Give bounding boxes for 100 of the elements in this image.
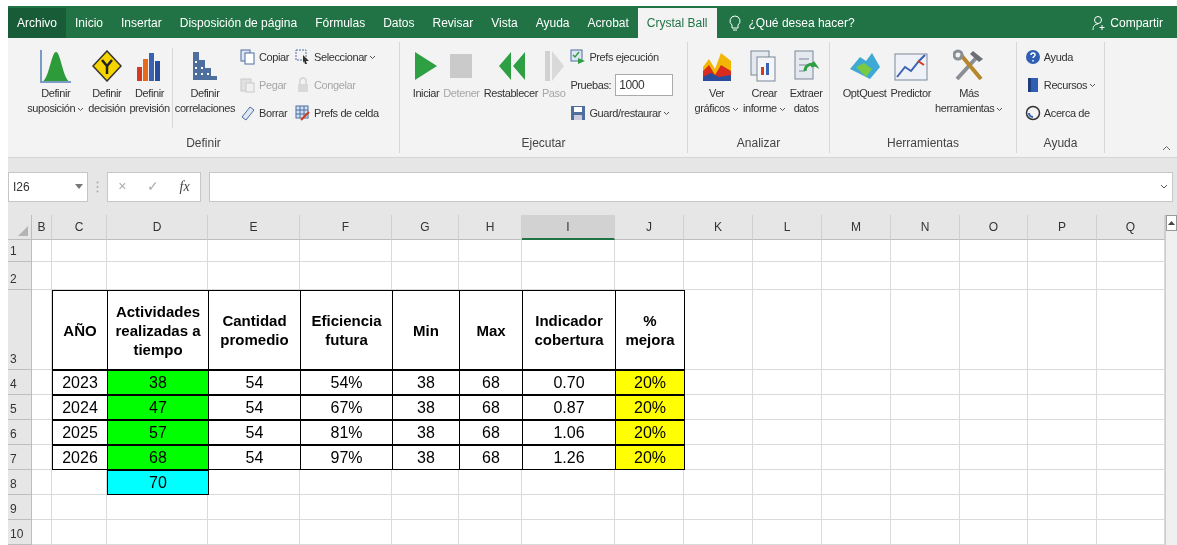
- row-header[interactable]: 2: [8, 262, 32, 290]
- ribbon-tab[interactable]: Revisar: [423, 8, 483, 38]
- bell-curve-icon: [38, 48, 73, 84]
- empty-cell: [32, 420, 52, 445]
- empty-cell: [684, 470, 753, 495]
- ribbon-tab[interactable]: Vista: [482, 8, 527, 38]
- group-label: Ejecutar: [520, 135, 567, 152]
- empty-cell: [822, 240, 891, 262]
- ribbon-button[interactable]: Extraer datos: [787, 42, 825, 134]
- column-header[interactable]: Q: [1097, 215, 1165, 240]
- empty-cell: [753, 395, 822, 420]
- row-header[interactable]: 9: [8, 495, 32, 520]
- empty-cell: [392, 520, 459, 545]
- column-header[interactable]: M: [822, 215, 891, 240]
- ribbon-tab[interactable]: Acrobat: [578, 8, 638, 38]
- empty-cell: [32, 262, 52, 290]
- empty-cell: [960, 420, 1028, 445]
- caret-icon: [731, 106, 739, 112]
- ribbon-button[interactable]: Ver gráficos: [692, 42, 741, 134]
- header-cell: % mejora: [615, 290, 685, 370]
- row-header[interactable]: 5: [8, 395, 32, 420]
- ribbon-button[interactable]: Prefs de celda: [295, 102, 379, 124]
- column-header[interactable]: I: [522, 215, 615, 240]
- empty-cell: [960, 395, 1028, 420]
- table-cell: 38: [392, 420, 460, 445]
- ribbon-button[interactable]: Guard/restaurar: [570, 102, 674, 124]
- empty-cell: [392, 262, 459, 290]
- scroll-up-button[interactable]: [1166, 215, 1177, 231]
- paste-icon: [240, 77, 257, 93]
- empty-cell: [753, 262, 822, 290]
- empty-cell: [960, 445, 1028, 470]
- column-header[interactable]: K: [684, 215, 753, 240]
- row-header[interactable]: 10: [8, 520, 32, 545]
- ribbon-button[interactable]: Acerca de: [1024, 102, 1097, 124]
- ribbon-button[interactable]: Definir decisión: [86, 42, 128, 134]
- ribbon-button[interactable]: Restablecer: [481, 42, 540, 134]
- ribbon-tab[interactable]: Datos: [374, 8, 424, 38]
- column-header[interactable]: H: [459, 215, 522, 240]
- header-cell: AÑO: [52, 290, 108, 370]
- select-all-corner[interactable]: [8, 215, 32, 240]
- table-cell: 54%: [300, 370, 393, 395]
- column-header[interactable]: F: [300, 215, 392, 240]
- column-header[interactable]: C: [52, 215, 107, 240]
- header-cell: Indicador cobertura: [522, 290, 616, 370]
- insert-function-icon[interactable]: fx: [179, 176, 190, 197]
- ribbon-tab[interactable]: Insertar: [112, 8, 171, 38]
- column-header[interactable]: E: [208, 215, 300, 240]
- tell-me-search[interactable]: ¿Qué desea hacer?: [748, 14, 855, 32]
- ribbon-button[interactable]: OptQuest: [840, 42, 889, 134]
- row-header[interactable]: 8: [8, 470, 32, 495]
- name-box[interactable]: I26: [8, 171, 88, 202]
- column-header[interactable]: O: [960, 215, 1028, 240]
- ribbon-button[interactable]: Crear informe: [740, 42, 788, 134]
- table-cell: 47: [107, 395, 209, 420]
- ribbon-button[interactable]: Más herramientas: [932, 42, 1006, 134]
- play-icon: [413, 50, 439, 82]
- ribbon-button[interactable]: Recursos: [1024, 74, 1097, 96]
- formula-field[interactable]: [209, 171, 1173, 202]
- ribbon-button[interactable]: Definir previsión: [127, 42, 172, 134]
- ribbon-button[interactable]: Ayuda: [1024, 46, 1097, 68]
- table-cell: 67%: [300, 395, 393, 420]
- table-cell: 54: [208, 420, 301, 445]
- trials-label: Pruebas:: [570, 77, 612, 93]
- ribbon-tab[interactable]: Inicio: [66, 8, 113, 38]
- ribbon-button[interactable]: Definir suposición: [25, 42, 87, 134]
- ribbon-tab[interactable]: Fórmulas: [306, 8, 375, 38]
- surface-icon: [847, 51, 882, 81]
- trials-field[interactable]: 1000: [615, 74, 674, 96]
- column-header[interactable]: J: [615, 215, 684, 240]
- ribbon-button[interactable]: Iniciar: [410, 42, 442, 134]
- table-cell: 20%: [615, 370, 685, 395]
- ribbon-tab[interactable]: Disposición de página: [170, 8, 307, 38]
- ribbon-tab[interactable]: Ayuda: [526, 8, 579, 38]
- column-header[interactable]: G: [392, 215, 459, 240]
- column-header[interactable]: N: [891, 215, 960, 240]
- ribbon-button[interactable]: Copiar: [240, 46, 290, 68]
- row-header[interactable]: 1: [8, 240, 32, 262]
- eraser-icon: [240, 105, 257, 121]
- share-button[interactable]: Compartir: [1110, 14, 1163, 32]
- column-header[interactable]: L: [753, 215, 822, 240]
- row-header[interactable]: 7: [8, 445, 32, 470]
- ribbon-button[interactable]: Prefs ejecución: [570, 46, 674, 68]
- ribbon-tab[interactable]: Crystal Ball: [637, 8, 717, 38]
- header-cell: Eficiencia futura: [300, 290, 393, 370]
- group-label: Herramientas: [886, 135, 960, 152]
- column-header[interactable]: B: [32, 215, 52, 240]
- row-header[interactable]: 3: [8, 290, 32, 370]
- empty-cell: [891, 420, 960, 445]
- column-header[interactable]: P: [1028, 215, 1097, 240]
- empty-cell: [1028, 495, 1097, 520]
- ribbon-button[interactable]: Borrar: [240, 102, 290, 124]
- empty-cell: [822, 262, 891, 290]
- ribbon-tab[interactable]: Archivo: [8, 8, 66, 38]
- row-header[interactable]: 4: [8, 370, 32, 395]
- ribbon-button[interactable]: Definir correlaciones: [172, 42, 238, 134]
- ribbon-button[interactable]: Predictor: [888, 42, 933, 134]
- row-header[interactable]: 6: [8, 420, 32, 445]
- column-header[interactable]: D: [107, 215, 208, 240]
- empty-cell: [753, 370, 822, 395]
- ribbon-button[interactable]: Seleccionar: [295, 46, 379, 68]
